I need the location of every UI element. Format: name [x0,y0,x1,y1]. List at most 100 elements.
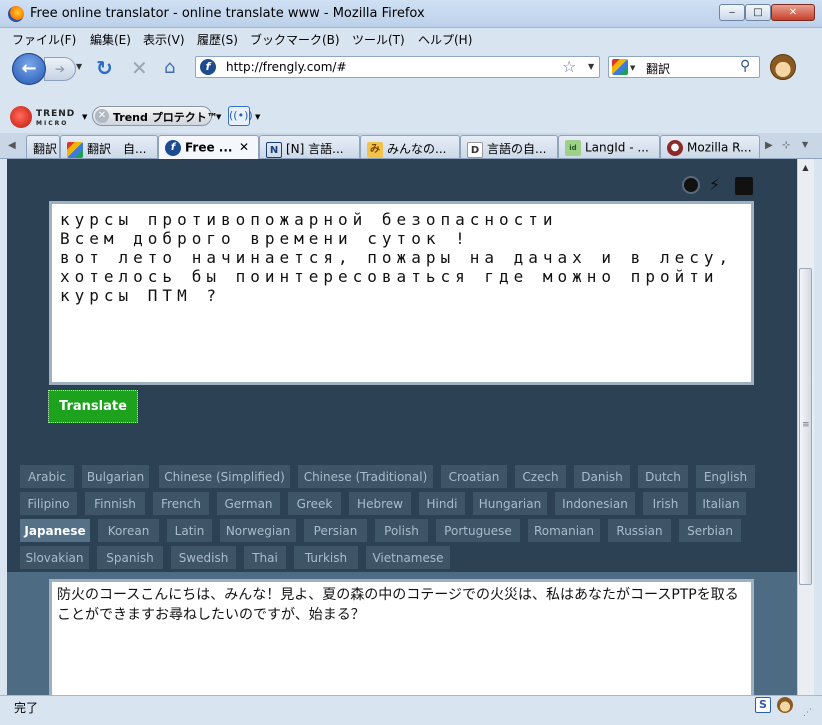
trend-micro-logo-icon[interactable] [10,106,32,128]
lang-serbian[interactable]: Serbian [678,518,742,543]
lang-latin[interactable]: Latin [166,518,213,543]
lang-italian[interactable]: Italian [695,491,747,516]
search-icon[interactable]: ⚲ [740,58,750,74]
tab-label: 翻訳 自... [87,142,147,156]
close-window-button[interactable]: ✕ [771,4,815,21]
home-icon[interactable]: ⌂ [164,57,175,78]
d-icon: D [467,141,483,158]
tab-label: 翻訳 [33,142,58,156]
lightning-icon[interactable]: ⚡ [709,175,720,194]
url-dropdown-icon[interactable]: ▼ [588,62,594,71]
greasemonkey-icon[interactable] [770,54,796,80]
lang-japanese[interactable]: Japanese [19,518,91,543]
tab-language-detect[interactable]: D 言語の自... [460,135,558,158]
lang-polish[interactable]: Polish [374,518,429,543]
lang-russian[interactable]: Russian [607,518,672,543]
tab-n-language[interactable]: N [N] 言語... [259,135,360,158]
wifi-icon[interactable]: ((•)) [228,106,253,126]
lang-finnish[interactable]: Finnish [84,491,146,516]
resize-grip-icon[interactable]: ⋰ [803,708,812,718]
firefox-icon [8,6,24,22]
trend-protect-label: Trend プロテクト™ [113,111,218,124]
back-button[interactable]: ← [12,53,46,85]
menu-edit[interactable]: 編集(E) [90,31,131,48]
lang-swedish[interactable]: Swedish [170,545,237,570]
lang-filipino[interactable]: Filipino [19,491,78,516]
mozilla-icon: ● [667,140,683,156]
tab-list-icon[interactable]: ⊹ [782,140,790,151]
bookmark-star-icon[interactable]: ☆ [562,57,576,76]
lang-turkish[interactable]: Turkish [293,545,359,570]
lang-hebrew[interactable]: Hebrew [348,491,412,516]
maximize-button[interactable]: □ [745,4,771,21]
url-text[interactable]: http://frengly.com/# [226,60,347,74]
wifi-dropdown-icon[interactable]: ▼ [255,113,260,121]
lang-persian[interactable]: Persian [303,518,368,543]
lang-vietnamese[interactable]: Vietnamese [365,545,451,570]
lang-indonesian[interactable]: Indonesian [554,491,636,516]
lang-danish[interactable]: Danish [573,464,631,489]
lang-norwegian[interactable]: Norwegian [219,518,297,543]
tab-label: みんなの... [387,142,447,156]
tab-label: Free ... [185,140,233,155]
result-text[interactable]: 防火のコースこんにちは、みんな！見よ、夏の森の中のコテージでの火災は、私はあなた… [57,585,747,625]
lang-czech[interactable]: Czech [514,464,567,489]
search-engine-dropdown-icon[interactable]: ▼ [630,64,635,72]
lang-chinese-traditional[interactable]: Chinese (Traditional) [297,464,434,489]
lang-french[interactable]: French [152,491,210,516]
lang-slovakian[interactable]: Slovakian [19,545,90,570]
history-dropdown-icon[interactable]: ▼ [76,62,82,71]
tab-langid[interactable]: id LangId - ... [558,135,660,158]
tab-minna[interactable]: みみんなの... [360,135,460,158]
source-text[interactable]: курсы противопожарной безопасности Всем … [60,210,750,305]
menu-file[interactable]: ファイル(F) [12,31,76,48]
lang-spanish[interactable]: Spanish [96,545,164,570]
greasemonkey-status-icon[interactable] [777,697,793,713]
lang-arabic[interactable]: Arabic [19,464,75,489]
lang-english[interactable]: English [695,464,756,489]
tab-google-translate[interactable]: 翻訳 自... [60,135,158,158]
lang-croatian[interactable]: Croatian [440,464,508,489]
globe-icon[interactable] [682,176,700,194]
menu-bookmarks[interactable]: ブックマーク(B) [250,31,340,48]
lang-irish[interactable]: Irish [642,491,689,516]
menu-view[interactable]: 表示(V) [143,31,185,48]
tab-close-icon[interactable]: ✕ [239,140,249,154]
lang-german[interactable]: German [216,491,281,516]
tab-label: LangId - ... [585,140,649,155]
scroll-up-icon[interactable]: ▲ [797,159,814,176]
lang-hungarian[interactable]: Hungarian [472,491,548,516]
tab-frengly[interactable]: f Free ... ✕ [158,135,259,159]
lang-greek[interactable]: Greek [287,491,342,516]
lang-romanian[interactable]: Romanian [527,518,601,543]
forward-button[interactable]: ➔ [44,57,76,81]
tab-list-dropdown-icon[interactable]: ▼ [802,140,808,149]
google-icon[interactable] [612,59,628,75]
tab-label: [N] 言語... [286,142,344,156]
trend-protect-dropdown-icon[interactable]: ▼ [216,113,221,121]
tab-label: 言語の自... [487,142,547,156]
reload-icon[interactable]: ↻ [96,56,113,80]
tab-scroll-right-icon[interactable]: ▶ [765,140,773,151]
menu-history[interactable]: 履歴(S) [197,31,238,48]
lang-chinese-simplified[interactable]: Chinese (Simplified) [158,464,291,489]
lang-dutch[interactable]: Dutch [637,464,689,489]
tab-scroll-left-icon[interactable]: ◀ [8,140,16,151]
status-text: 完了 [14,701,39,715]
lang-thai[interactable]: Thai [243,545,287,570]
lang-portuguese[interactable]: Portuguese [435,518,521,543]
search-input[interactable]: 翻訳 [646,60,670,77]
menu-tools[interactable]: ツール(T) [352,31,405,48]
minimize-button[interactable]: ‒ [719,4,745,21]
menu-help[interactable]: ヘルプ(H) [418,31,472,48]
stop-icon[interactable]: ✕ [131,56,148,80]
tab-mozilla[interactable]: ● Mozilla R... [660,135,760,158]
lang-bulgarian[interactable]: Bulgarian [81,464,150,489]
skype-icon[interactable]: S [755,697,771,713]
translate-button[interactable]: Translate [48,390,138,423]
lang-korean[interactable]: Korean [97,518,160,543]
tab-translate[interactable]: 翻訳 [26,135,60,158]
trend-menu-dropdown-icon[interactable]: ▼ [82,113,87,121]
lang-hindi[interactable]: Hindi [418,491,466,516]
share-icon[interactable] [735,177,753,195]
